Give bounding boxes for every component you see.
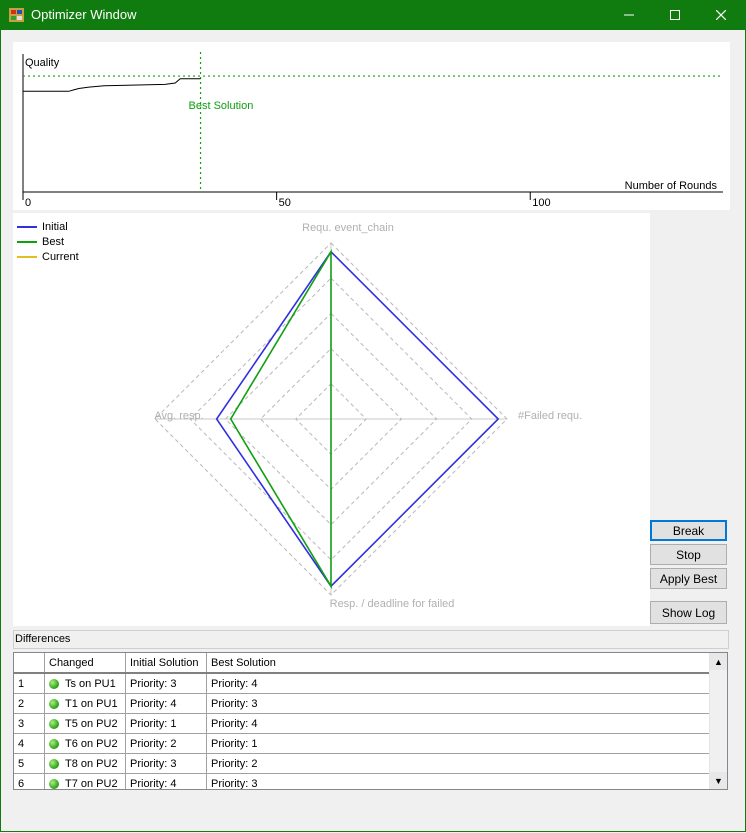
title-bar: Optimizer Window: [0, 0, 746, 30]
column-header-changed[interactable]: Changed: [44, 653, 126, 674]
row-number: 4: [14, 733, 45, 754]
legend-item-initial: Initial: [17, 219, 79, 234]
differences-label: Differences: [15, 633, 71, 645]
table-header-row: Changed Initial Solution Best Solution: [14, 653, 711, 674]
scroll-up-icon[interactable]: ▲: [710, 653, 727, 670]
scroll-down-icon[interactable]: ▼: [710, 772, 727, 789]
legend-label: Initial: [42, 220, 68, 233]
changed-cell[interactable]: Ts on PU1: [44, 673, 126, 694]
changed-cell[interactable]: T1 on PU1: [44, 693, 126, 714]
initial-cell[interactable]: Priority: 1: [125, 713, 207, 734]
axis-label-bottom: Resp. / deadline for failed: [330, 598, 455, 610]
maximize-button[interactable]: [652, 0, 698, 30]
changed-text: T8 on PU2: [65, 757, 118, 770]
quality-line: [23, 78, 201, 92]
best-cell[interactable]: Priority: 4: [206, 713, 711, 734]
changed-text: T6 on PU2: [65, 737, 118, 750]
table-row[interactable]: 5 T8 on PU2 Priority: 3 Priority: 2: [14, 753, 711, 774]
x-tick-label: 0: [25, 197, 31, 209]
best-cell[interactable]: Priority: 3: [206, 773, 711, 789]
initial-cell[interactable]: Priority: 4: [125, 773, 207, 789]
legend-swatch-initial: [17, 225, 37, 228]
table-row[interactable]: 1 Ts on PU1 Priority: 3 Priority: 4: [14, 673, 711, 694]
best-cell[interactable]: Priority: 4: [206, 673, 711, 694]
best-solution-label: Best Solution: [189, 100, 254, 112]
best-cell[interactable]: Priority: 1: [206, 733, 711, 754]
maximize-icon: [670, 10, 680, 20]
show-log-button[interactable]: Show Log: [650, 601, 727, 624]
legend-item-current: Current: [17, 249, 79, 264]
best-cell[interactable]: Priority: 2: [206, 753, 711, 774]
stop-button[interactable]: Stop: [650, 544, 727, 565]
table-row[interactable]: 2 T1 on PU1 Priority: 4 Priority: 3: [14, 693, 711, 714]
table-row[interactable]: 3 T5 on PU2 Priority: 1 Priority: 4: [14, 713, 711, 734]
x-axis-label: Number of Rounds: [625, 180, 718, 192]
axis-label-right: #Failed requ.: [518, 410, 582, 422]
apply-best-button[interactable]: Apply Best: [650, 568, 727, 589]
y-axis-label: Quality: [25, 57, 60, 69]
x-tick-label: 50: [279, 197, 291, 209]
status-dot-icon: [49, 718, 59, 729]
row-number: 5: [14, 753, 45, 774]
status-dot-icon: [49, 778, 59, 789]
break-button[interactable]: Break: [650, 520, 727, 541]
initial-cell[interactable]: Priority: 4: [125, 693, 207, 714]
radar-chart: Requ. event_chain #Failed requ. Resp. / …: [13, 213, 650, 626]
status-dot-icon: [49, 698, 59, 709]
changed-cell[interactable]: T6 on PU2: [44, 733, 126, 754]
vertical-scrollbar[interactable]: ▲ ▼: [709, 653, 727, 789]
status-dot-icon: [49, 738, 59, 749]
changed-cell[interactable]: T5 on PU2: [44, 713, 126, 734]
legend-swatch-best: [17, 240, 37, 243]
initial-cell[interactable]: Priority: 3: [125, 673, 207, 694]
legend-label: Current: [42, 250, 79, 263]
column-header-initial[interactable]: Initial Solution: [125, 653, 207, 674]
changed-cell[interactable]: T8 on PU2: [44, 753, 126, 774]
changed-cell[interactable]: T7 on PU2: [44, 773, 126, 790]
close-icon: [716, 10, 726, 20]
table-row[interactable]: 6 T7 on PU2 Priority: 4 Priority: 3: [14, 773, 711, 790]
row-number: 2: [14, 693, 45, 714]
quality-progress-chart: 0 50 100 Quality Number of Rounds Best Sol…: [13, 42, 730, 210]
changed-text: T7 on PU2: [65, 777, 118, 790]
close-button[interactable]: [698, 0, 744, 30]
corner-header: [14, 653, 45, 674]
radar-legend: Initial Best Current: [17, 219, 79, 264]
best-cell[interactable]: Priority: 3: [206, 693, 711, 714]
legend-swatch-current: [17, 255, 37, 258]
status-dot-icon: [49, 678, 59, 689]
table-row[interactable]: 4 T6 on PU2 Priority: 2 Priority: 1: [14, 733, 711, 754]
changed-text: Ts on PU1: [65, 677, 116, 690]
row-number: 1: [14, 673, 45, 694]
status-dot-icon: [49, 758, 59, 769]
differences-grid: Changed Initial Solution Best Solution 1…: [13, 652, 728, 790]
column-header-best[interactable]: Best Solution: [206, 653, 711, 674]
minimize-icon: [624, 14, 634, 16]
initial-cell[interactable]: Priority: 2: [125, 733, 207, 754]
x-tick-label: 100: [532, 197, 550, 209]
changed-text: T5 on PU2: [65, 717, 118, 730]
app-icon: [9, 8, 24, 22]
x-ticks: 0 50 100: [22, 192, 551, 209]
legend-item-best: Best: [17, 234, 79, 249]
row-number: 3: [14, 713, 45, 734]
minimize-button[interactable]: [606, 0, 652, 30]
changed-text: T1 on PU1: [65, 697, 118, 710]
legend-label: Best: [42, 235, 65, 248]
axis-label-top: Requ. event_chain: [302, 222, 394, 234]
differences-groupbox: Differences: [13, 630, 729, 649]
window-title: Optimizer Window: [31, 7, 137, 22]
initial-cell[interactable]: Priority: 3: [125, 753, 207, 774]
axis-label-left: Avg. resp.: [154, 410, 203, 422]
differences-table: Changed Initial Solution Best Solution 1…: [14, 653, 711, 790]
row-number: 6: [14, 773, 45, 789]
